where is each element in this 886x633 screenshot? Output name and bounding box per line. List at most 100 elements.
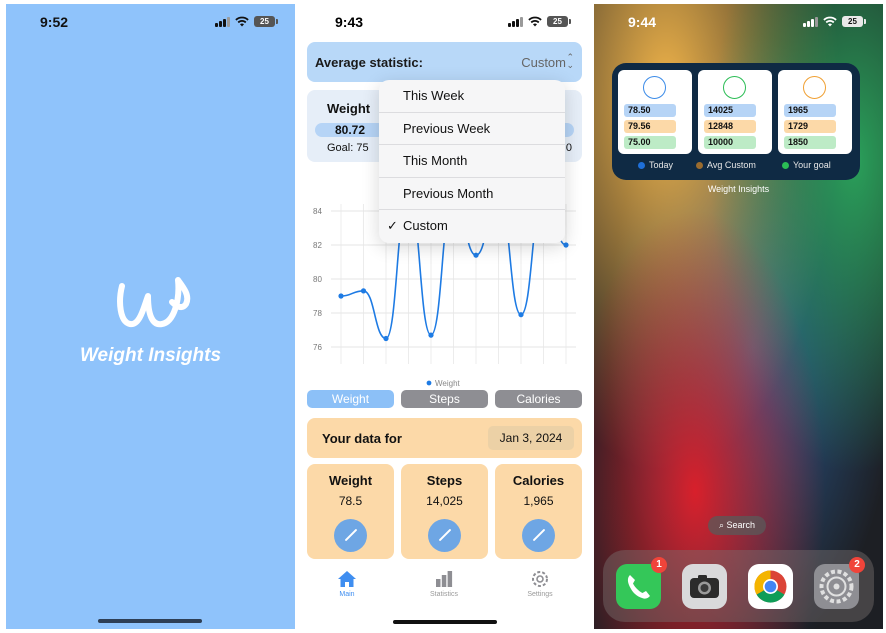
status-time: 9:44 xyxy=(628,14,657,30)
signal-icon xyxy=(803,16,818,27)
tab-label: Settings xyxy=(527,591,553,598)
y-tick-label: 76 xyxy=(313,343,322,352)
widget-goal-value: 10000 xyxy=(704,136,756,149)
average-statistic-selector[interactable]: Average statistic: Custom ⌃ ⌄ xyxy=(307,42,582,82)
signal-icon xyxy=(215,16,230,27)
pencil-icon xyxy=(344,528,358,542)
battery-icon: 25 xyxy=(842,16,866,27)
y-tick-label: 80 xyxy=(313,275,322,284)
status-time: 9:43 xyxy=(335,14,364,30)
legend-marker xyxy=(426,380,432,386)
widget-avg-value: 79.56 xyxy=(624,120,676,133)
dropdown-option[interactable]: This Month xyxy=(379,145,565,178)
wifi-icon xyxy=(528,16,542,27)
widget-name: Weight Insights xyxy=(707,184,770,194)
status-icons: 25 xyxy=(215,16,278,27)
app-name: Weight Insights xyxy=(79,345,222,366)
tile-value: 1,965 xyxy=(523,494,554,508)
house-icon xyxy=(338,571,356,587)
stat-card-value: 80.72 xyxy=(315,123,385,137)
home-screen: 9:44 25 78.50 79.56 75.00 14025 12848 10… xyxy=(594,4,883,629)
tab-settings[interactable]: Settings xyxy=(505,570,575,598)
battery-icon: 25 xyxy=(254,16,278,27)
tile-value: 14,025 xyxy=(426,494,463,508)
chrome-app-icon[interactable] xyxy=(748,564,793,609)
tab-statistics[interactable]: Statistics xyxy=(409,570,479,598)
widget-goal-value: 75.00 xyxy=(624,136,676,149)
dropdown-option-label: Previous Week xyxy=(403,120,491,136)
widget-calories-column: 1965 1729 1850 xyxy=(778,70,852,154)
period-dropdown-menu: This Week Previous Week This Month Previ… xyxy=(379,80,565,243)
stat-card-title: Weight xyxy=(327,101,371,116)
tile-title: Calories xyxy=(512,473,565,488)
status-time: 9:52 xyxy=(40,14,69,30)
home-indicator[interactable] xyxy=(98,619,202,623)
widget-avg-value: 12848 xyxy=(704,120,756,133)
widget-steps-column: 14025 12848 10000 xyxy=(698,70,772,154)
gear-icon xyxy=(532,571,548,587)
main-screen: 9:43 25 Average statistic: Custom ⌃ ⌄ Wei… xyxy=(301,4,588,629)
dropdown-option[interactable]: Previous Month xyxy=(379,178,565,211)
data-point xyxy=(563,242,569,248)
calories-tile: Calories 1,965 xyxy=(495,464,582,559)
home-indicator[interactable] xyxy=(393,620,497,624)
segment-weight[interactable]: Weight xyxy=(307,390,394,408)
stat-card-goal-2: 0 xyxy=(565,142,572,154)
wifi-icon xyxy=(235,16,249,27)
tab-main[interactable]: Main xyxy=(312,570,382,598)
average-statistic-label: Average statistic: xyxy=(315,55,423,70)
edit-steps-button[interactable] xyxy=(428,519,461,552)
notification-badge: 2 xyxy=(849,557,865,573)
widget-today-value: 14025 xyxy=(704,104,756,117)
data-point xyxy=(360,288,367,294)
date-picker[interactable]: Jan 3, 2024 xyxy=(488,426,574,450)
stat-card-goal: Goal: 75 xyxy=(327,142,369,154)
splash-screen: 9:52 25 Weight Insights xyxy=(6,4,295,629)
tab-bar: Main Statistics Settings xyxy=(301,566,588,616)
dock: 1 2 xyxy=(603,550,874,622)
segment-steps[interactable]: Steps xyxy=(401,390,488,408)
widget-today-value: 78.50 xyxy=(624,104,676,117)
weight-insights-widget[interactable]: 78.50 79.56 75.00 14025 12848 10000 1965… xyxy=(612,63,860,180)
edit-weight-button[interactable] xyxy=(334,519,367,552)
average-statistic-value: Custom xyxy=(521,55,566,70)
tile-title: Weight xyxy=(328,473,373,488)
dropdown-option-label: This Month xyxy=(403,153,468,169)
dropdown-option-label: This Week xyxy=(403,88,465,103)
dropdown-option[interactable]: This Week xyxy=(379,80,565,113)
bar-chart-icon xyxy=(436,571,453,587)
legend-label: Weight xyxy=(435,379,461,388)
signal-icon xyxy=(508,16,523,27)
legend-your-goal: Your goal xyxy=(782,160,831,170)
steps-tile: Steps 14,025 xyxy=(401,464,488,559)
status-icons: 25 xyxy=(508,16,571,27)
widget-today-value: 1965 xyxy=(784,104,836,117)
app-logo-icon xyxy=(117,277,191,328)
data-point xyxy=(473,252,479,258)
tab-label: Main xyxy=(339,591,355,598)
data-point xyxy=(428,332,434,338)
segment-calories[interactable]: Calories xyxy=(495,390,582,408)
edit-calories-button[interactable] xyxy=(522,519,555,552)
pencil-icon xyxy=(532,528,546,542)
data-date-row: Your data for Jan 3, 2024 xyxy=(307,418,582,458)
legend-today: Today xyxy=(638,160,673,170)
camera-app-icon[interactable] xyxy=(682,564,727,609)
dropdown-option[interactable]: ✓ Custom xyxy=(379,210,565,243)
status-icons: 25 xyxy=(803,16,866,27)
battery-icon: 25 xyxy=(547,16,571,27)
data-point xyxy=(518,312,524,318)
dropdown-option-label: Custom xyxy=(403,218,448,234)
widget-goal-value: 1850 xyxy=(784,136,836,149)
phone-app-icon[interactable]: 1 xyxy=(616,557,667,609)
y-tick-label: 82 xyxy=(313,241,322,250)
checkmark-icon: ✓ xyxy=(387,218,398,234)
widget-weight-column: 78.50 79.56 75.00 xyxy=(618,70,692,154)
widget-avg-value: 1729 xyxy=(784,120,836,133)
flame-icon xyxy=(803,76,826,99)
search-button[interactable]: ⌕ Search xyxy=(708,516,766,535)
dropdown-option[interactable]: Previous Week xyxy=(379,113,565,146)
settings-app-icon[interactable]: 2 xyxy=(814,557,865,609)
scale-icon xyxy=(643,76,666,99)
walking-icon xyxy=(723,76,746,99)
